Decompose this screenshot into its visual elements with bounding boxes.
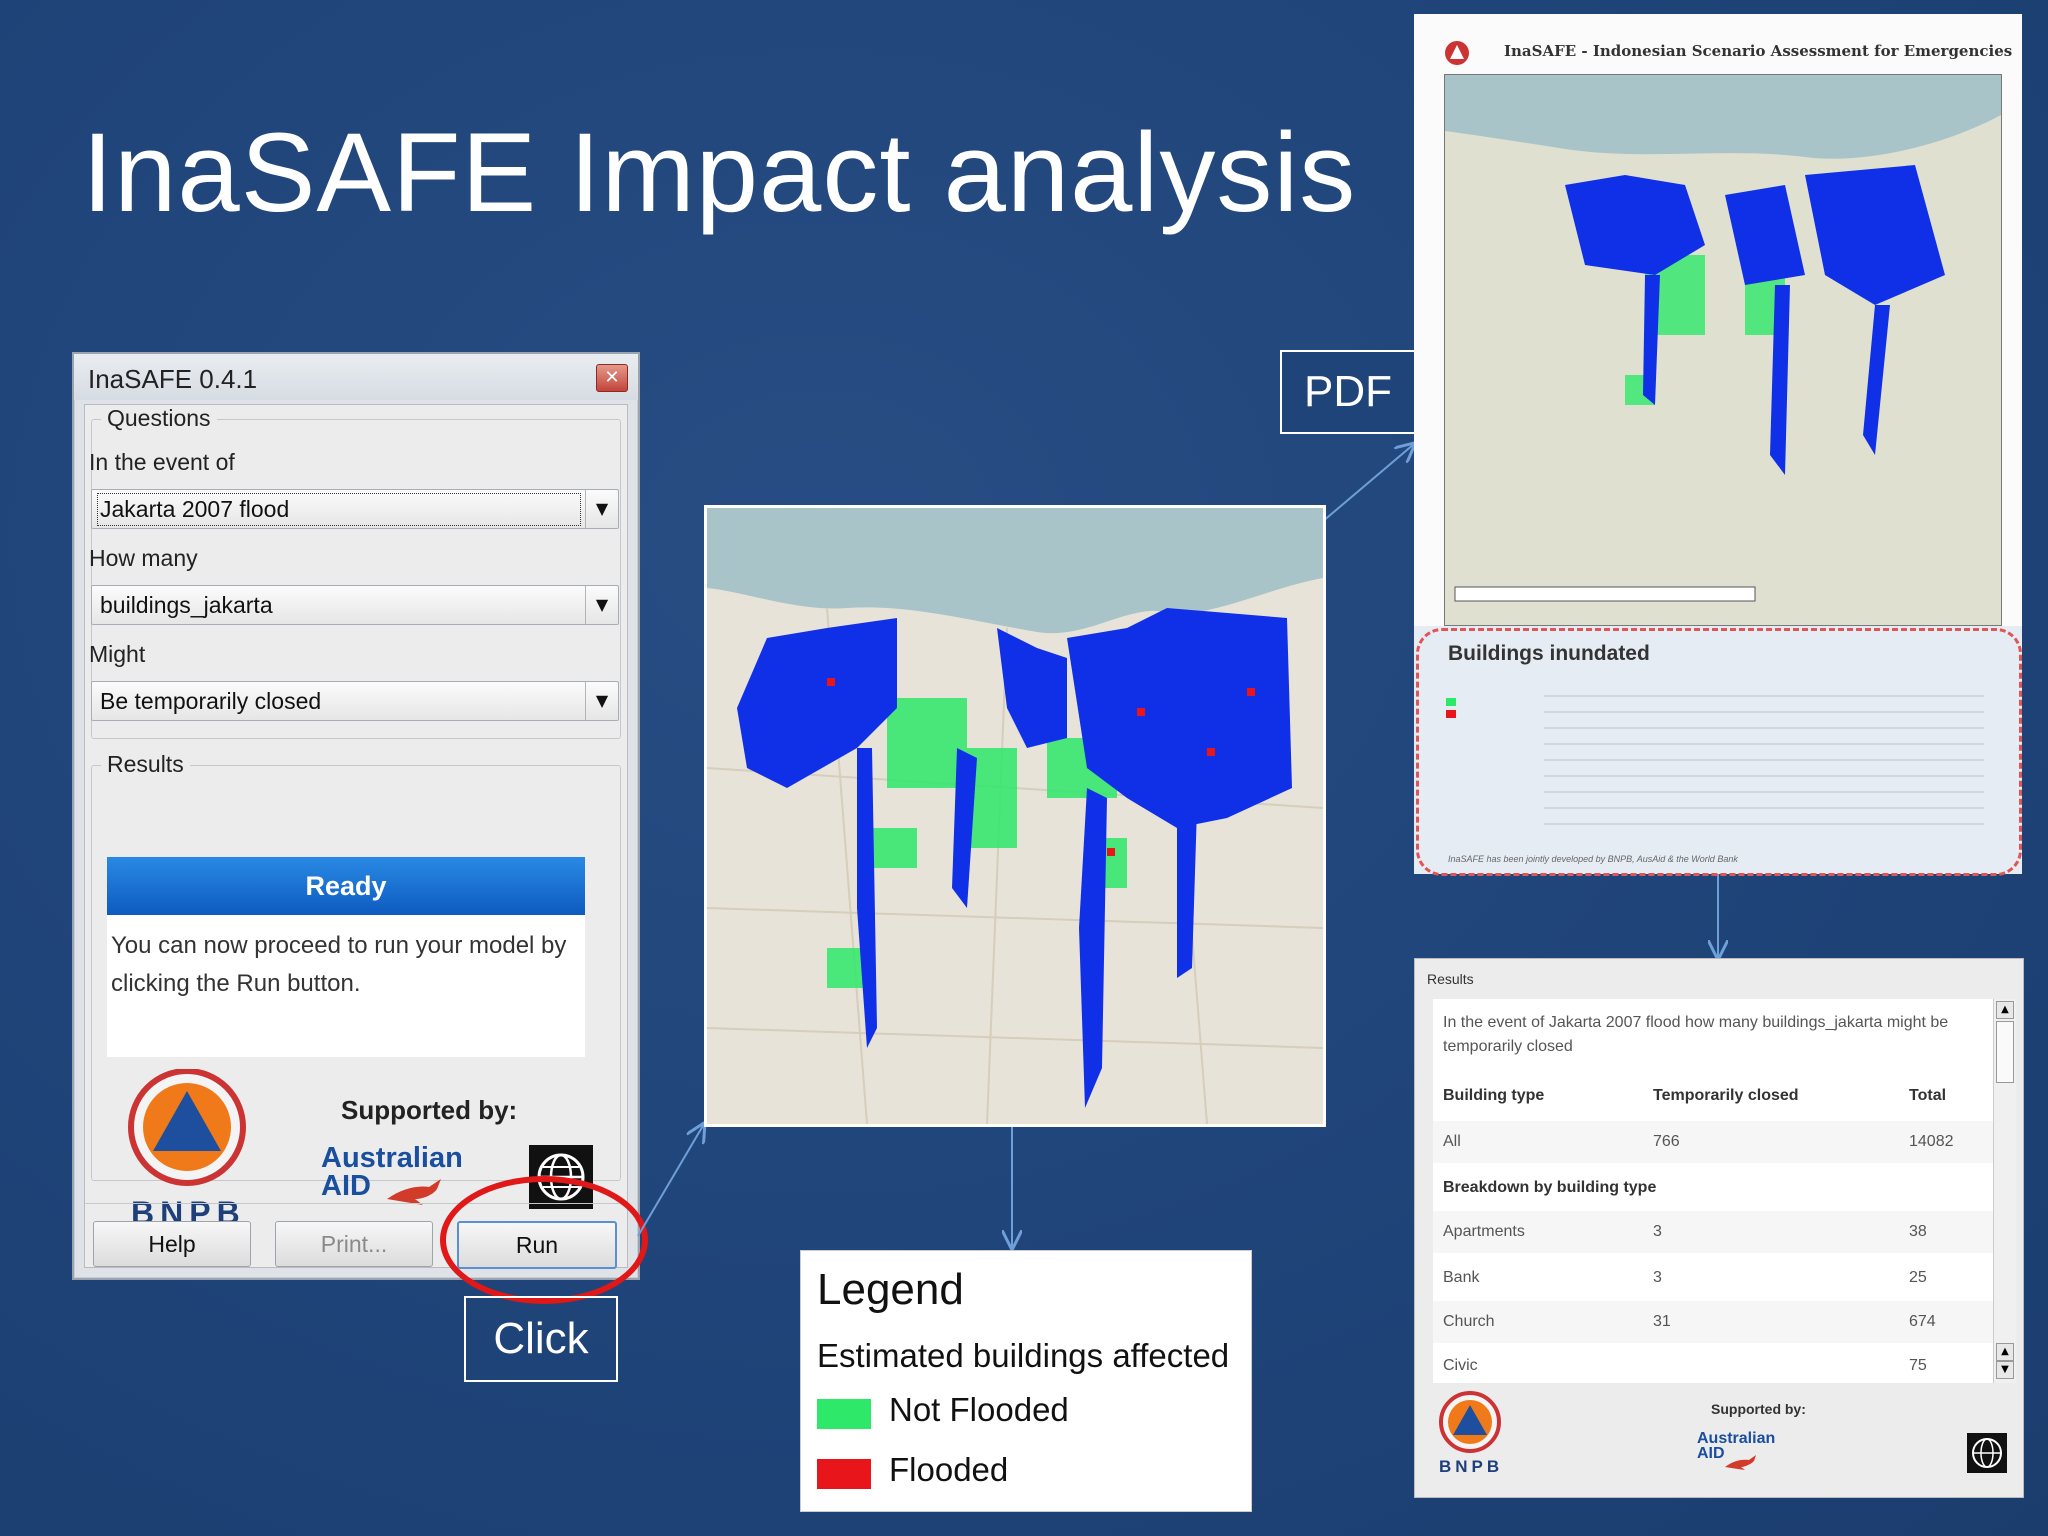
cell: 31: [1653, 1313, 1671, 1330]
cell: 3: [1653, 1269, 1662, 1286]
scroll-thumb[interactable]: [1996, 1021, 2014, 1083]
results-scrollbar[interactable]: ▲ ▲ ▼: [1993, 999, 2016, 1383]
scroll-up-icon[interactable]: ▲: [1996, 1001, 2014, 1019]
ausaid-line1: Australian: [1697, 1430, 1776, 1447]
legend-swatch-not-flooded: [817, 1399, 871, 1429]
table-row: Bank 3 25: [1433, 1257, 1993, 1299]
cell: All: [1443, 1133, 1461, 1150]
cell: 25: [1909, 1269, 1927, 1286]
cell: 766: [1653, 1133, 1680, 1150]
table-row: Apartments 3 38: [1433, 1211, 1993, 1253]
legend-subtitle: Estimated buildings affected: [817, 1337, 1230, 1374]
pdf-table-section: Buildings inundated InaSAFE has been joi…: [1414, 626, 2022, 876]
pdf-header-title: InaSAFE - Indonesian Scenario Assessment…: [1504, 42, 2013, 60]
table-row: Church 31 674: [1433, 1301, 1993, 1343]
results-supported-by-label: Supported by:: [1711, 1401, 1806, 1417]
cell: Bank: [1443, 1269, 1480, 1286]
cell: Church: [1443, 1313, 1495, 1330]
cell: 38: [1909, 1223, 1927, 1240]
pdf-mini-table: [1446, 695, 1984, 825]
kangaroo-icon: [1725, 1455, 1756, 1470]
legend-title: Legend: [817, 1265, 964, 1314]
pdf-bnpb-logo: [1445, 41, 1469, 65]
pdf-map-canvas: [1445, 75, 2001, 625]
results-table-panel: Results In the event of Jakarta 2007 flo…: [1414, 958, 2024, 1498]
results-bnpb-logo: [1439, 1391, 1501, 1453]
legend-swatch-flooded: [817, 1459, 871, 1489]
cell: Civic: [1443, 1357, 1478, 1374]
results-intro: In the event of Jakarta 2007 flood how m…: [1443, 1014, 1949, 1055]
pdf-map: [1444, 74, 2002, 626]
legend-item-not-flooded: Not Flooded: [889, 1391, 1069, 1428]
breakdown-label: Breakdown by building type: [1443, 1179, 1657, 1196]
table-row: All 766 14082: [1433, 1121, 1993, 1163]
table-row: Civic 75: [1433, 1345, 1993, 1383]
pdf-footer-note: InaSAFE has been jointly developed by BN…: [1448, 854, 1738, 864]
results-table-body: In the event of Jakarta 2007 flood how m…: [1433, 999, 1993, 1383]
column-header: Temporarily closed: [1653, 1087, 1799, 1104]
scroll-up-icon[interactable]: ▲: [1996, 1343, 2014, 1361]
map-legend: Legend Estimated buildings affected Not …: [800, 1250, 1252, 1512]
results-table-label: Results: [1427, 971, 1474, 987]
pdf-section-title: Buildings inundated: [1448, 642, 1650, 665]
cell: 3: [1653, 1223, 1662, 1240]
results-bnpb-label: BNPB: [1439, 1457, 1504, 1476]
flood-impact-map[interactable]: [704, 505, 1326, 1127]
arrow-dialog-to-map: [637, 1124, 704, 1237]
map-canvas: [707, 508, 1323, 1124]
pdf-report: InaSAFE - Indonesian Scenario Assessment…: [1414, 14, 2022, 876]
table-header-row: Building type Temporarily closed Total: [1433, 1075, 1993, 1117]
cell: 674: [1909, 1313, 1936, 1330]
legend-item-flooded: Flooded: [889, 1451, 1009, 1488]
results-world-bank-logo: [1967, 1433, 2007, 1473]
column-header: Building type: [1443, 1087, 1545, 1104]
cell: 14082: [1909, 1133, 1954, 1150]
scroll-down-icon[interactable]: ▼: [1996, 1361, 2014, 1379]
breakdown-row: Breakdown by building type: [1433, 1167, 1993, 1209]
cell: 75: [1909, 1357, 1927, 1374]
arrow-map-to-pdf: [1321, 444, 1414, 523]
cell: Apartments: [1443, 1223, 1525, 1240]
column-header: Total: [1909, 1087, 1947, 1104]
